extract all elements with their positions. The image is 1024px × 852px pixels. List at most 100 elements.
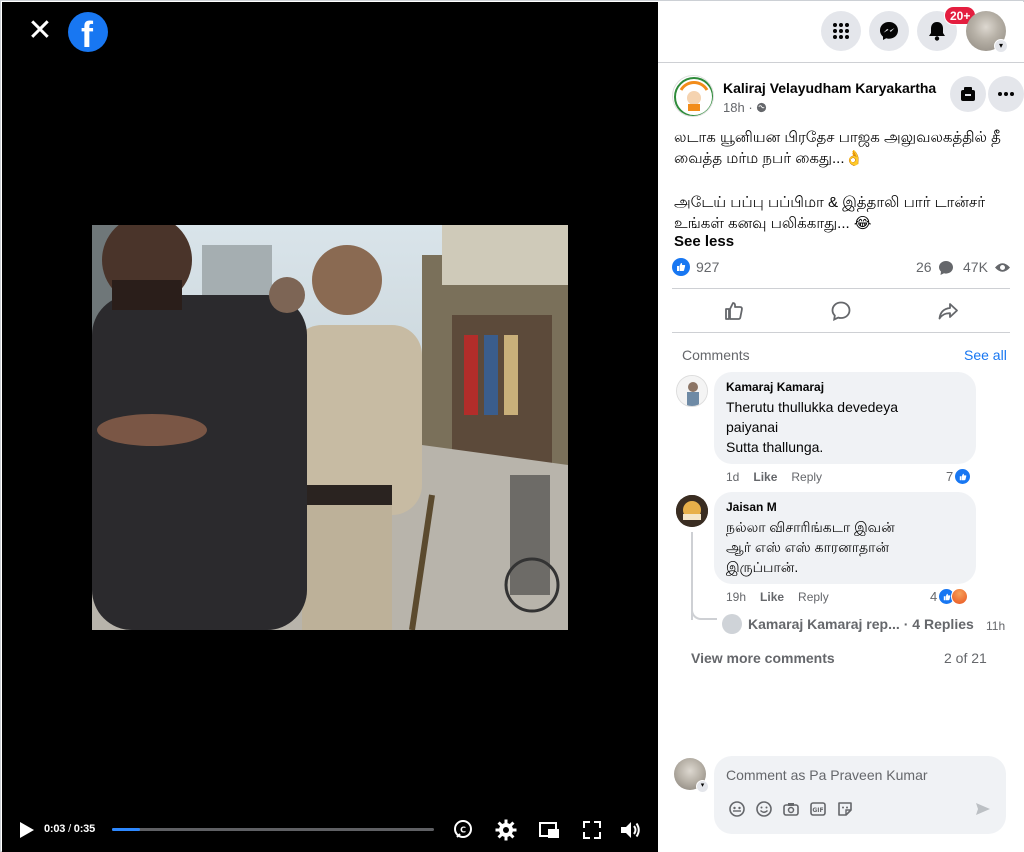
messenger-button[interactable]: [869, 11, 909, 51]
comment-bubble: Kamaraj Kamaraj Therutu thullukka devede…: [714, 372, 976, 464]
reply-time: 11h: [986, 619, 1006, 633]
header-divider: [658, 62, 1024, 63]
like-icon: [725, 302, 743, 320]
gif-icon[interactable]: GIF: [809, 800, 827, 818]
video-progress-fill: [112, 828, 140, 831]
reactions-summary: 927 26 47K: [672, 257, 1012, 279]
eye-icon: [995, 263, 1010, 272]
comment-bubble-icon: [939, 261, 953, 275]
post-text-paragraph-2: அடேய் பப்பு பப்பிமா & இத்தாலி பார் டான்ச…: [674, 194, 986, 232]
play-icon[interactable]: [14, 818, 38, 842]
angry-reaction-icon: [951, 588, 969, 605]
reply-thread-curve: [691, 606, 717, 620]
emoji-icon[interactable]: [755, 800, 773, 818]
reply-author-avatar: [722, 614, 742, 634]
video-still-image: [92, 225, 568, 630]
messenger-icon: [880, 22, 898, 40]
video-frame[interactable]: [92, 225, 568, 630]
see-less-link[interactable]: See less: [674, 233, 734, 250]
picture-in-picture-icon[interactable]: [537, 818, 561, 842]
post-time-separator: ·: [748, 100, 757, 115]
comment-like-link[interactable]: Like: [760, 590, 784, 604]
comment-author-name[interactable]: Kamaraj Kamaraj: [726, 380, 964, 394]
comment-reply-link[interactable]: Reply: [798, 590, 829, 604]
sticker-icon[interactable]: [836, 800, 854, 818]
party-logo-icon: [674, 77, 713, 116]
thumb-glyph-icon: [959, 473, 967, 480]
video-time-total: 0:35: [73, 823, 96, 835]
comment-reaction-count: 4: [930, 589, 938, 604]
close-icon[interactable]: ✕: [24, 16, 56, 48]
settings-gear-icon[interactable]: [494, 818, 518, 842]
comment-input[interactable]: [726, 765, 986, 785]
comment-meta: 19h Like Reply: [726, 590, 829, 604]
comment-author-avatar[interactable]: [676, 495, 708, 527]
share-button[interactable]: [898, 296, 998, 326]
reactions-divider: [672, 288, 1010, 289]
comment-meta: 1d Like Reply: [726, 470, 822, 484]
comments-count[interactable]: 26: [916, 259, 932, 275]
account-avatar[interactable]: ▾: [966, 11, 1008, 53]
view-replies-link[interactable]: Kamaraj Kamaraj rep... · 4 Replies: [722, 614, 974, 634]
comment-reaction-count: 7: [946, 469, 954, 484]
camera-icon[interactable]: [782, 800, 800, 818]
comment-reactions[interactable]: 7: [946, 468, 972, 485]
save-post-button[interactable]: [950, 76, 986, 112]
video-progress-bar[interactable]: [112, 828, 434, 831]
comments-heading: Comments: [682, 347, 750, 363]
comment-time[interactable]: 1d: [726, 470, 739, 484]
comment-composer: GIF: [714, 756, 1006, 834]
reply-author-name: Kamaraj Kamaraj rep...: [748, 616, 900, 632]
save-bookmark-icon: [961, 87, 975, 101]
comment-button[interactable]: [791, 296, 891, 326]
comment-like-link[interactable]: Like: [753, 470, 777, 484]
captions-icon[interactable]: C: [451, 818, 475, 842]
svg-text:GIF: GIF: [812, 807, 823, 814]
page-avatar[interactable]: [672, 75, 714, 117]
chevron-down-icon: ▾: [696, 780, 709, 793]
top-navbar: 20+ ▾: [658, 2, 1024, 62]
comment-author-name[interactable]: Jaisan M: [726, 500, 964, 514]
comment-reactions[interactable]: 4: [930, 588, 969, 605]
post-text-paragraph-1: லடாக யூனியன பிரதேச பாஜக அலுவலகத்தில் தீ …: [674, 129, 1001, 167]
like-reaction-icon[interactable]: [672, 258, 690, 276]
views-count[interactable]: 47K: [963, 259, 988, 275]
reactions-count[interactable]: 927: [696, 259, 719, 275]
bell-icon: [929, 22, 945, 41]
chevron-down-icon: ▾: [994, 39, 1008, 53]
post-action-bar: [658, 292, 1024, 330]
comment-reply-link[interactable]: Reply: [791, 470, 822, 484]
reply-count-text: · 4 Replies: [903, 616, 974, 632]
thumb-glyph-icon: [677, 263, 686, 271]
comment-time[interactable]: 19h: [726, 590, 746, 604]
post-time-text: 18h: [723, 100, 745, 115]
video-time: 0:03 / 0:35: [44, 823, 95, 835]
comment-author-avatar[interactable]: [676, 375, 708, 407]
menu-grid-button[interactable]: [821, 11, 861, 51]
fullscreen-icon[interactable]: [580, 818, 604, 842]
composer-avatar[interactable]: ▾: [674, 758, 709, 793]
volume-icon[interactable]: [618, 818, 642, 842]
more-options-button[interactable]: [988, 76, 1024, 112]
send-icon[interactable]: [974, 800, 992, 818]
comment-icon: [831, 301, 851, 322]
more-dots-icon: [998, 92, 1014, 96]
like-button[interactable]: [684, 296, 784, 326]
video-pane: ✕ f 0:03 / 0:35 C: [2, 2, 658, 852]
like-reaction-icon: [954, 468, 972, 485]
comment-text: Therutu thullukka devedeya paiyanai Sutt…: [726, 399, 898, 455]
thumb-glyph-icon: [943, 593, 951, 600]
comments-page-count: 2 of 21: [944, 650, 987, 666]
page-name[interactable]: Kaliraj Velayudham Karyakartha: [723, 80, 936, 96]
avatar-photo-icon: [677, 376, 707, 406]
post-timestamp[interactable]: 18h ·: [723, 100, 767, 115]
facebook-logo-icon[interactable]: f: [68, 12, 108, 55]
share-icon: [938, 303, 958, 320]
globe-icon: [757, 102, 767, 113]
avatar-sticker-icon[interactable]: [728, 800, 746, 818]
window-frame: ✕ f 0:03 / 0:35 C 20+ ▾ Kaliraj Velayudh…: [0, 0, 1024, 852]
view-more-comments-link[interactable]: View more comments: [691, 650, 835, 666]
comment-bubble: Jaisan M நல்லா விசாரிங்கடா இவன் ஆர் எஸ் …: [714, 492, 976, 584]
see-all-comments-link[interactable]: See all: [964, 347, 1007, 363]
comment-text: நல்லா விசாரிங்கடா இவன் ஆர் எஸ் எஸ் காரனா…: [726, 519, 895, 575]
